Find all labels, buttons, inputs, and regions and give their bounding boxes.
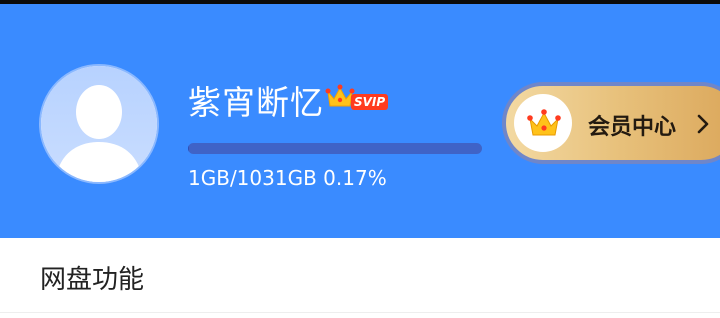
profile-header: 紫宵断忆 SVIP 1GB/1031GB 0.17% 会员中心: [0, 4, 720, 238]
vip-center-label: 会员中心: [588, 115, 677, 140]
avatar[interactable]: [39, 64, 159, 184]
vip-center-button[interactable]: 会员中心: [502, 82, 720, 164]
section-title: 网盘功能: [40, 265, 145, 295]
svip-badge: SVIP: [351, 94, 389, 110]
crown-icon: [527, 109, 561, 136]
chevron-right-icon: [697, 114, 709, 134]
storage-progress-bar: [188, 143, 482, 154]
default-user-avatar-icon: [41, 66, 157, 182]
storage-usage-text: 1GB/1031GB 0.17%: [188, 166, 387, 190]
vip-crown-badge: [514, 94, 572, 152]
username: 紫宵断忆: [188, 83, 324, 122]
divider: [0, 312, 720, 313]
